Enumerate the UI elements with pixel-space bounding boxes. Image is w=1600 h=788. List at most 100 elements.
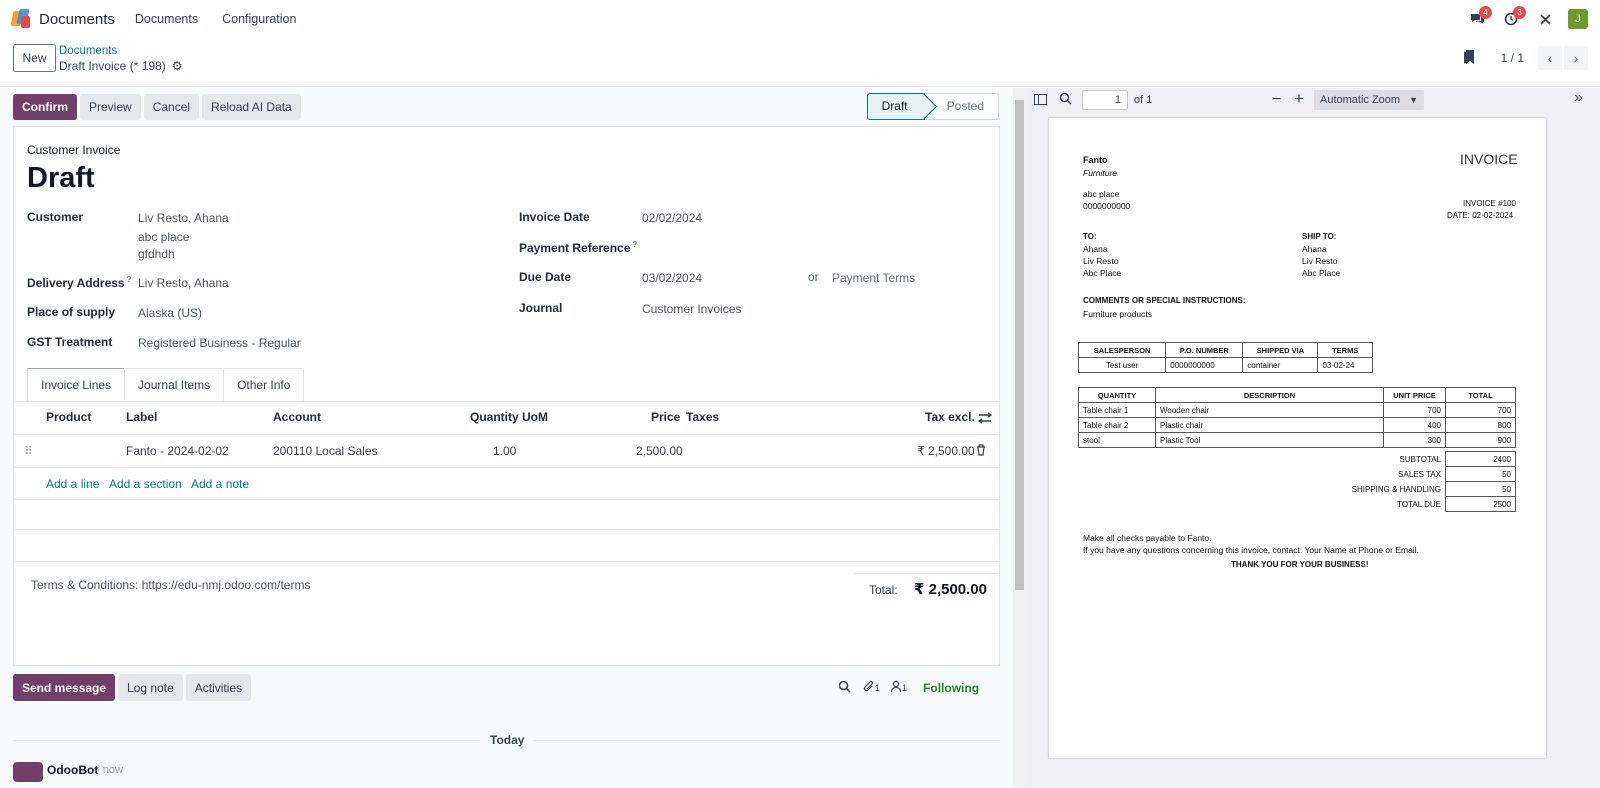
- zoom-out-icon[interactable]: −: [1272, 91, 1281, 109]
- pdf-item-desc: Wooden chair: [1155, 402, 1384, 418]
- invoice-date-label: Invoice Date: [519, 210, 590, 224]
- add-note-link[interactable]: Add a note: [191, 477, 249, 491]
- activities-badge: 3: [1513, 6, 1526, 19]
- reload-ai-data-button[interactable]: Reload AI Data: [202, 94, 301, 120]
- col-tax-excl[interactable]: Tax excl.: [925, 410, 975, 424]
- pdf-tax: 50: [1445, 466, 1516, 482]
- pdf-subtotal-label: SUBTOTAL: [1399, 454, 1442, 464]
- status-draft[interactable]: Draft: [866, 93, 925, 120]
- find-icon[interactable]: [1059, 92, 1072, 108]
- messages-icon[interactable]: 4: [1464, 6, 1492, 32]
- line-price[interactable]: 2,500.00: [636, 444, 683, 458]
- drag-handle-icon[interactable]: ⠿: [24, 444, 33, 458]
- pager-next-button[interactable]: ›: [1564, 46, 1588, 70]
- customer-field[interactable]: Liv Resto, Ahana: [138, 211, 229, 225]
- line-quantity[interactable]: 1.00: [493, 444, 516, 458]
- pdf-shipto-label: SHIP TO:: [1302, 232, 1337, 241]
- pdf-item-desc: Plastic Tool: [1155, 432, 1384, 448]
- journal-field[interactable]: Customer Invoices: [642, 302, 741, 316]
- pdf-thanks: THANK YOU FOR YOUR BUSINESS!: [1231, 560, 1369, 569]
- pdf-totals-table: SUBTOTAL 2400 SALES TAX 50 SHIPPING & HA…: [1329, 451, 1516, 512]
- zoom-in-icon[interactable]: +: [1294, 89, 1304, 109]
- delivery-address-field[interactable]: Liv Resto, Ahana: [138, 276, 229, 290]
- gst-treatment-field[interactable]: Registered Business - Regular: [138, 336, 301, 350]
- log-note-button[interactable]: Log note: [118, 674, 183, 701]
- pdf-comments-label: COMMENTS OR SPECIAL INSTRUCTIONS:: [1083, 296, 1246, 305]
- invoice-state-title: Draft: [27, 162, 95, 194]
- add-section-link[interactable]: Add a section: [109, 477, 182, 491]
- line-account[interactable]: 200110 Local Sales: [273, 444, 378, 458]
- zoom-select[interactable]: Automatic Zoom ▼: [1314, 90, 1424, 110]
- menu-configuration[interactable]: Configuration: [222, 12, 296, 26]
- pdf-meta-header: SHIPPED VIA: [1242, 342, 1319, 358]
- pdf-page-input[interactable]: 1: [1082, 90, 1128, 110]
- menu-documents[interactable]: Documents: [135, 12, 198, 26]
- payment-terms-field[interactable]: Payment Terms: [832, 271, 915, 285]
- new-button[interactable]: New: [13, 44, 56, 72]
- app-name[interactable]: Documents: [39, 11, 115, 28]
- send-message-button[interactable]: Send message: [13, 674, 116, 701]
- pager-value[interactable]: 1 / 1: [1501, 51, 1524, 65]
- breadcrumb-documents[interactable]: Documents: [59, 45, 117, 57]
- header-divider: [14, 434, 999, 435]
- pdf-item-desc: Plastic chair: [1155, 417, 1384, 433]
- line-label[interactable]: Fanto - 2024-02-02: [126, 444, 229, 458]
- preview-button[interactable]: Preview: [80, 94, 141, 120]
- following-button[interactable]: Following: [923, 681, 979, 695]
- bookmark-icon[interactable]: [1463, 49, 1477, 68]
- activities-button[interactable]: Activities: [185, 674, 252, 701]
- row-divider: [14, 561, 999, 562]
- col-uom[interactable]: UoM: [522, 410, 548, 424]
- place-of-supply-field[interactable]: Alaska (US): [138, 306, 202, 320]
- column-settings-icon[interactable]: [977, 412, 993, 427]
- col-quantity[interactable]: Quantity: [470, 410, 519, 424]
- documents-app-icon[interactable]: [10, 9, 32, 29]
- col-account[interactable]: Account: [273, 410, 321, 424]
- chevron-down-icon: ▼: [1409, 95, 1418, 105]
- customer-label: Customer: [27, 210, 84, 224]
- pdf-to-line: Ahana: [1083, 244, 1108, 254]
- tools-expand-icon[interactable]: »: [1574, 89, 1583, 107]
- delete-line-icon[interactable]: [976, 444, 986, 459]
- pdf-to-line: Abc Place: [1083, 268, 1122, 278]
- chatter-buttons: Send message Log note Activities: [13, 674, 254, 701]
- message-time: - now: [96, 764, 123, 776]
- activities-clock-icon[interactable]: 3: [1498, 6, 1526, 32]
- pdf-to-line: Liv Resto: [1083, 256, 1119, 266]
- due-date-field[interactable]: 03/02/2024: [642, 271, 702, 285]
- col-price[interactable]: Price: [651, 410, 680, 424]
- gear-icon[interactable]: ⚙: [172, 59, 183, 73]
- col-label[interactable]: Label: [126, 410, 157, 424]
- form-scrollbar[interactable]: [1013, 88, 1026, 788]
- chatter-tools: 1 1 Following: [838, 680, 979, 696]
- help-icon[interactable]: ?: [632, 240, 637, 249]
- user-avatar[interactable]: J: [1568, 9, 1588, 29]
- status-bar: Draft Posted: [866, 93, 999, 120]
- scrollbar-thumb[interactable]: [1015, 100, 1024, 590]
- pdf-meta-value: 0000000000: [1165, 357, 1244, 373]
- sidebar-toggle-icon[interactable]: [1034, 93, 1047, 108]
- terms-conditions: Terms & Conditions: https://edu-nmj.odoo…: [31, 578, 311, 592]
- followers-icon[interactable]: [890, 680, 902, 696]
- invoice-date-field[interactable]: 02/02/2024: [642, 211, 702, 225]
- tab-other-info[interactable]: Other Info: [223, 368, 305, 401]
- col-product[interactable]: Product: [46, 410, 91, 424]
- pager-previous-button[interactable]: ‹: [1538, 46, 1562, 70]
- attachment-icon[interactable]: [863, 680, 875, 696]
- pdf-item-header: DESCRIPTION: [1155, 387, 1384, 403]
- tab-invoice-lines[interactable]: Invoice Lines: [27, 368, 126, 401]
- pdf-company-sub: Furniture: [1083, 168, 1118, 178]
- delivery-address-label: Delivery Address?: [27, 275, 132, 290]
- pdf-company: Fanto: [1083, 155, 1108, 165]
- confirm-button[interactable]: Confirm: [13, 94, 77, 120]
- tab-journal-items[interactable]: Journal Items: [124, 368, 225, 401]
- col-taxes[interactable]: Taxes: [686, 410, 719, 424]
- add-line-link[interactable]: Add a line: [46, 477, 99, 491]
- form-sheet: Customer Invoice Draft Customer Liv Rest…: [13, 126, 1000, 666]
- search-icon[interactable]: [838, 680, 851, 696]
- cancel-button[interactable]: Cancel: [143, 94, 200, 120]
- help-icon[interactable]: ?: [127, 275, 132, 284]
- messages-badge: 4: [1479, 6, 1492, 19]
- pdf-item-price: 400: [1383, 417, 1446, 433]
- tools-icon[interactable]: [1532, 6, 1558, 32]
